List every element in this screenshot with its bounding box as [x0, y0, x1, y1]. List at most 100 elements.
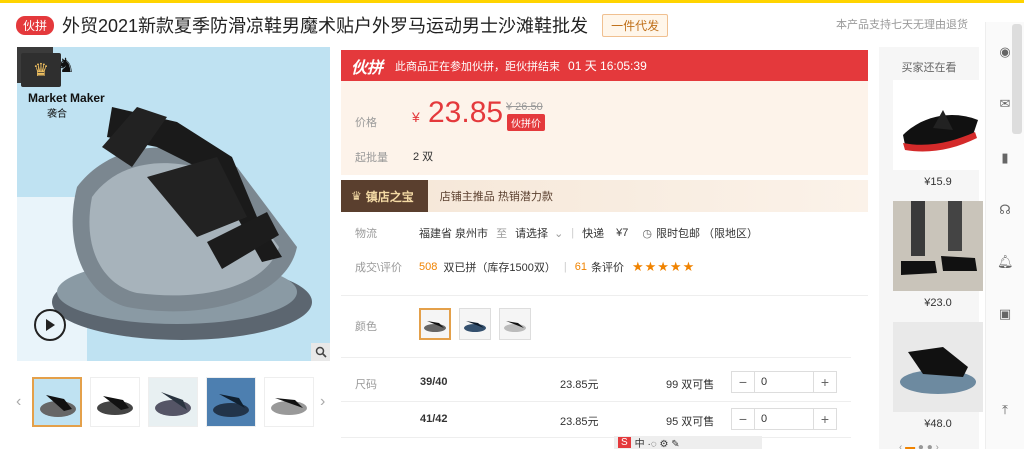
to-word: 至: [496, 228, 508, 240]
size-value: 41/42: [420, 413, 448, 425]
sold-text: 双已拼（库存1500双）: [443, 262, 556, 274]
quantity-stepper: − 0 +: [731, 371, 837, 393]
shop-treasure-bar[interactable]: ♛ 镇店之宝 店铺主推品 热销潜力款: [341, 180, 868, 212]
recommended-price: ¥23.0: [924, 297, 952, 309]
horse-logo-icon: ♞: [57, 55, 75, 77]
decrement-button[interactable]: −: [732, 409, 754, 429]
moq-label: 起批量: [355, 152, 388, 164]
countdown-label: 此商品正在参加伙拼，距伙拼结束: [395, 60, 561, 73]
sku-row: 41/42 23.85元 95 双可售 − 0 +: [341, 402, 850, 438]
deals-label: 成交\评价: [355, 262, 403, 274]
dropship-tag[interactable]: 一件代发: [602, 13, 669, 37]
increment-button[interactable]: +: [814, 372, 836, 392]
ime-logo-icon: S: [618, 437, 631, 448]
ime-icons: 中 ·◌ ⚙ ✎: [634, 439, 680, 449]
recommended-product-image[interactable]: [893, 201, 983, 291]
back-to-top-icon[interactable]: ⤒: [997, 402, 1013, 418]
current-price: 23.85: [428, 96, 504, 129]
currency-symbol: ¥: [412, 109, 420, 125]
price-label: 价格: [355, 117, 377, 129]
thumbnail[interactable]: [32, 377, 82, 427]
free-shipping-text: 限时包邮 （限地区）: [656, 228, 759, 240]
size-stock: 95 双可售: [666, 416, 715, 428]
recommended-product-image[interactable]: [893, 322, 983, 412]
mail-icon[interactable]: ✉: [997, 96, 1013, 112]
logistics-row: 物流 福建省 泉州市 至 请选择 ⌄ | 快递 ¥7 ◷ 限时包邮 （限地区）: [355, 225, 758, 241]
brand-logo-text: Market Maker: [28, 91, 105, 105]
quantity-input[interactable]: 0: [754, 409, 814, 429]
chevron-left-icon[interactable]: ‹: [16, 393, 21, 411]
size-label: 尺码: [355, 379, 377, 391]
original-price: ¥ 26.50: [506, 101, 543, 113]
scrollbar[interactable]: [1012, 24, 1022, 134]
divider: [341, 357, 851, 358]
search-icon[interactable]: [311, 343, 330, 361]
thumbnail-strip: ‹ ›: [14, 373, 334, 429]
user-icon[interactable]: ◉: [997, 44, 1013, 60]
price-panel: 价格 ¥ 23.85 ¥ 26.50 伙拼价 起批量 2 双: [341, 81, 868, 175]
footprint-icon[interactable]: ☊: [997, 202, 1013, 218]
divider: |: [571, 227, 575, 239]
color-swatch-black-white[interactable]: [499, 308, 531, 340]
decrement-button[interactable]: −: [732, 372, 754, 392]
input-method-toolbar[interactable]: S 中 ·◌ ⚙ ✎: [614, 436, 762, 449]
thumbnail[interactable]: [90, 377, 140, 427]
return-policy-note: 本产品支持七天无理由退货: [836, 19, 968, 31]
size-stock: 99 双可售: [666, 379, 715, 391]
bookmark-icon[interactable]: ▮: [997, 150, 1013, 166]
review-count[interactable]: 61: [575, 261, 587, 273]
color-swatch-blue[interactable]: [459, 308, 491, 340]
play-video-icon[interactable]: [34, 309, 66, 341]
crown-logo-icon: ♛: [21, 53, 61, 87]
top-accent-bar: [0, 0, 1024, 3]
ship-to-select[interactable]: 请选择: [515, 225, 548, 241]
product-title: 外贸2021新款夏季防滑凉鞋男魔术贴户外罗马运动男士沙滩鞋批发: [62, 16, 589, 36]
group-buy-countdown-bar: 伙拼 此商品正在参加伙拼，距伙拼结束 01 天 16:05:39: [341, 50, 868, 81]
clock-icon: ◷: [642, 227, 652, 240]
sku-row: 尺码 39/40 23.85元 99 双可售 − 0 +: [341, 365, 850, 401]
divider: |: [563, 261, 567, 273]
ship-from: 福建省 泉州市: [419, 228, 489, 240]
recommended-product-image[interactable]: [893, 80, 983, 170]
shop-treasure-badge: ♛ 镇店之宝: [341, 180, 428, 212]
recommended-price: ¥15.9: [924, 176, 952, 188]
quantity-input[interactable]: 0: [754, 372, 814, 392]
thumbnail[interactable]: [148, 377, 198, 427]
color-row: 颜色: [355, 318, 419, 334]
thumbnail[interactable]: [206, 377, 256, 427]
recommended-price: ¥48.0: [924, 418, 952, 430]
color-label: 颜色: [355, 321, 377, 333]
size-price: 23.85元: [560, 379, 599, 391]
countdown-timer: 01 天 16:05:39: [568, 59, 647, 73]
divider: [341, 437, 851, 438]
deals-row: 成交\评价 508 双已拼（库存1500双） | 61 条评价 ★★★★★: [355, 259, 695, 275]
size-value: 39/40: [420, 376, 448, 388]
group-buy-logo: 伙拼: [351, 59, 384, 77]
shipping-fee: ¥7: [616, 227, 629, 239]
express-label: 快递: [582, 228, 605, 240]
shop-promo-text: 店铺主推品 热销潜力款: [439, 191, 553, 203]
divider: [341, 295, 868, 296]
recommendation-panel: 买家还在看 ¥15.9 ¥23.0 ¥48.0 ‹ ▬ ● ● ›: [879, 47, 983, 449]
review-text[interactable]: 条评价: [591, 259, 624, 275]
moq-value: 2 双: [413, 151, 434, 163]
main-product-image[interactable]: ♛ ♞ Market Maker 袭合: [17, 47, 330, 361]
chevron-down-icon[interactable]: ⌄: [554, 227, 563, 240]
shop-treasure-label: 镇店之宝: [365, 189, 414, 204]
crown-icon: ♛: [351, 189, 362, 203]
quantity-stepper: − 0 +: [731, 408, 837, 430]
group-price-tag: 伙拼价: [507, 114, 545, 131]
increment-button[interactable]: +: [814, 409, 836, 429]
sold-count: 508: [419, 261, 438, 273]
save-icon[interactable]: ▣: [997, 306, 1013, 322]
thumbnail[interactable]: [264, 377, 314, 427]
recommendation-pager[interactable]: ‹ ▬ ● ● ›: [899, 442, 939, 449]
rating-stars: ★★★★★: [631, 259, 696, 274]
chevron-right-icon[interactable]: ›: [320, 393, 325, 411]
logistics-label: 物流: [355, 228, 377, 240]
size-price: 23.85元: [560, 416, 599, 428]
recommendation-title: 买家还在看: [901, 62, 957, 74]
bell-icon[interactable]: 🔔︎: [997, 254, 1014, 270]
color-swatch-black-grey[interactable]: [419, 308, 451, 340]
brand-sub-text: 袭合: [47, 109, 67, 120]
